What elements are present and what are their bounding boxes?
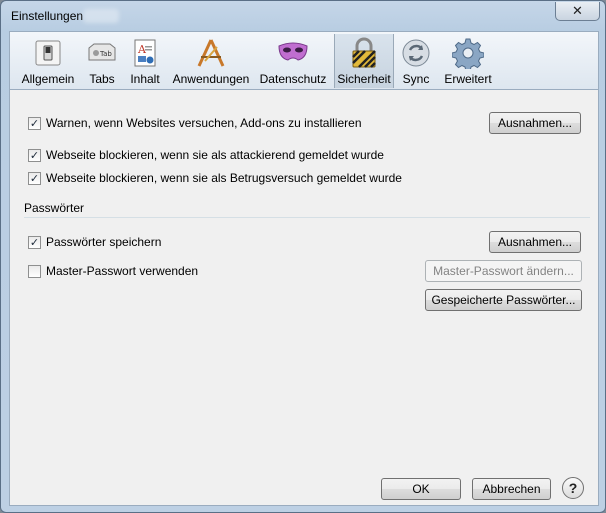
tab-inhalt[interactable]: A Inhalt <box>126 34 164 88</box>
passwords-group-divider <box>24 217 590 218</box>
addon-exceptions-button[interactable]: Ausnahmen... <box>489 112 581 134</box>
security-panel: ✓ Warnen, wenn Websites versuchen, Add-o… <box>9 89 599 506</box>
preferences-window: Einstellungen ✕ Allgemein Tab Tabs A Inh… <box>0 0 606 513</box>
change-master-password-button[interactable]: Master-Passwort ändern... <box>425 260 582 282</box>
tab-tabs[interactable]: Tab Tabs <box>82 34 122 88</box>
cancel-button[interactable]: Abbrechen <box>472 478 551 500</box>
passwords-group-title: Passwörter <box>24 201 85 215</box>
save-passwords-checkbox-row[interactable]: ✓ Passwörter speichern <box>28 235 161 249</box>
applications-icon <box>194 36 228 70</box>
master-password-label: Master-Passwort verwenden <box>46 264 199 278</box>
close-button[interactable]: ✕ <box>555 2 600 21</box>
master-password-checkbox[interactable] <box>28 264 41 278</box>
block-attack-checkbox-row[interactable]: ✓ Webseite blockieren, wenn sie als atta… <box>28 148 384 162</box>
warn-addons-checkbox-row[interactable]: ✓ Warnen, wenn Websites versuchen, Add-o… <box>28 116 362 130</box>
padlock-icon <box>347 36 381 70</box>
help-button[interactable]: ? <box>562 477 584 499</box>
tab-datenschutz[interactable]: Datenschutz <box>258 34 328 88</box>
save-passwords-checkbox[interactable]: ✓ <box>28 235 41 249</box>
tab-anwendungen[interactable]: Anwendungen <box>170 34 252 88</box>
title-bar: Einstellungen ✕ <box>1 1 605 31</box>
block-attack-label: Webseite blockieren, wenn sie als attack… <box>46 148 384 162</box>
gear-icon <box>451 36 485 70</box>
block-forgery-checkbox[interactable]: ✓ <box>28 171 41 185</box>
master-password-checkbox-row[interactable]: Master-Passwort verwenden <box>28 264 198 278</box>
sync-icon <box>399 36 433 70</box>
svg-text:Tab: Tab <box>99 50 112 58</box>
window-title: Einstellungen <box>11 9 84 23</box>
ok-button[interactable]: OK <box>381 478 461 500</box>
tab-sicherheit[interactable]: Sicherheit <box>334 34 394 88</box>
document-icon: A <box>128 36 162 70</box>
close-icon: ✕ <box>572 3 583 19</box>
block-forgery-checkbox-row[interactable]: ✓ Webseite blockieren, wenn sie als Betr… <box>28 171 402 185</box>
preferences-toolbar: Allgemein Tab Tabs A Inhalt Anwendungen … <box>9 31 599 90</box>
warn-addons-checkbox[interactable]: ✓ <box>28 116 41 130</box>
switch-icon <box>31 36 65 70</box>
title-blur <box>83 9 119 23</box>
block-forgery-label: Webseite blockieren, wenn sie als Betrug… <box>46 171 402 185</box>
tab-erweitert[interactable]: Erweitert <box>440 34 496 88</box>
tab-sync[interactable]: Sync <box>398 34 434 88</box>
tab-allgemein[interactable]: Allgemein <box>18 34 78 88</box>
help-icon: ? <box>568 480 578 496</box>
mask-icon <box>276 36 310 70</box>
block-attack-checkbox[interactable]: ✓ <box>28 148 41 162</box>
tab-icon: Tab <box>85 36 119 70</box>
save-passwords-label: Passwörter speichern <box>46 235 162 249</box>
saved-passwords-button[interactable]: Gespeicherte Passwörter... <box>425 289 582 311</box>
password-exceptions-button[interactable]: Ausnahmen... <box>489 231 581 253</box>
warn-addons-label: Warnen, wenn Websites versuchen, Add-ons… <box>46 116 362 130</box>
